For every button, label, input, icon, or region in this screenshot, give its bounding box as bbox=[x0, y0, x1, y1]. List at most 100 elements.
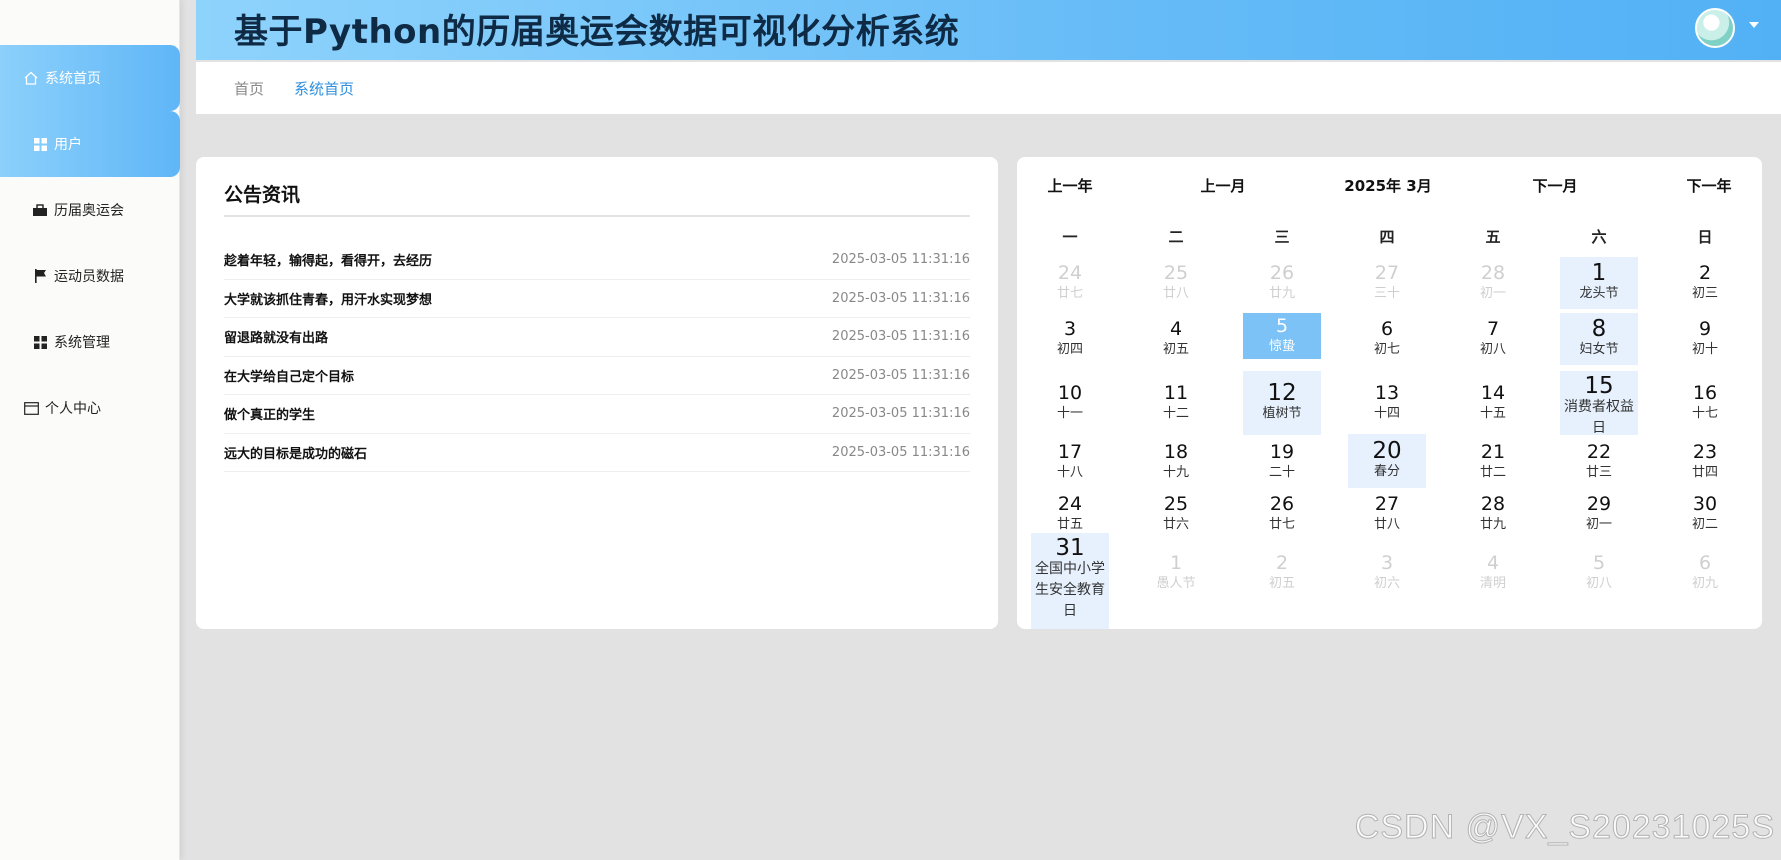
calendar-day-number: 24 bbox=[1057, 262, 1083, 284]
calendar-day[interactable]: 4 清明 bbox=[1454, 543, 1532, 603]
calendar-day[interactable]: 22 廿三 bbox=[1560, 435, 1638, 489]
calendar-day-label: 初八 bbox=[1585, 576, 1612, 591]
calendar-day-label: 廿七 bbox=[1056, 286, 1083, 301]
next-month-button[interactable]: 下一月 bbox=[1532, 175, 1577, 196]
calendar-day-label: 廿三 bbox=[1585, 465, 1612, 480]
calendar-day[interactable]: 6 初七 bbox=[1348, 313, 1426, 365]
weekday-header: 日 bbox=[1697, 228, 1713, 246]
calendar-day-label: 春分 bbox=[1373, 464, 1400, 479]
weekday-header: 六 bbox=[1591, 228, 1607, 246]
sidebar-item-label: 个人中心 bbox=[45, 401, 101, 417]
calendar-day-number: 3 bbox=[1380, 552, 1394, 574]
calendar-day-label: 惊蛰 bbox=[1268, 339, 1295, 354]
calendar-day[interactable]: 28 初一 bbox=[1454, 257, 1532, 309]
calendar-day[interactable]: 25 廿六 bbox=[1137, 490, 1215, 538]
calendar-day-label: 十九 bbox=[1162, 465, 1189, 480]
calendar-day[interactable]: 1 龙头节 bbox=[1560, 257, 1638, 309]
calendar-day-label: 初五 bbox=[1162, 342, 1189, 357]
calendar-day[interactable]: 30 初二 bbox=[1666, 490, 1744, 538]
breadcrumb-home[interactable]: 首页 bbox=[234, 78, 264, 99]
calendar-day[interactable]: 21 廿二 bbox=[1454, 435, 1532, 489]
calendar-day[interactable]: 26 廿九 bbox=[1243, 257, 1321, 309]
calendar-day-number: 20 bbox=[1372, 438, 1402, 464]
notice-item-date: 2025-03-05 11:31:16 bbox=[831, 290, 970, 306]
notice-item[interactable]: 远大的目标是成功的磁石 2025-03-05 11:31:16 bbox=[224, 434, 970, 472]
calendar-day[interactable]: 27 廿八 bbox=[1348, 490, 1426, 538]
calendar-day[interactable]: 29 初一 bbox=[1560, 490, 1638, 538]
calendar-day-number: 23 bbox=[1692, 441, 1718, 463]
calendar-day[interactable]: 17 十八 bbox=[1031, 435, 1109, 489]
calendar-day[interactable]: 4 初五 bbox=[1137, 313, 1215, 365]
sidebar-item-olympics[interactable]: 历届奥运会 bbox=[0, 177, 180, 243]
calendar-day[interactable]: 14 十五 bbox=[1454, 371, 1532, 435]
calendar-day-number: 4 bbox=[1169, 318, 1183, 340]
calendar-day[interactable]: 25 廿八 bbox=[1137, 257, 1215, 309]
calendar-day[interactable]: 3 初六 bbox=[1348, 543, 1426, 603]
prev-year-button[interactable]: 上一年 bbox=[1047, 175, 1092, 196]
avatar[interactable] bbox=[1695, 8, 1735, 48]
prev-month-button[interactable]: 上一月 bbox=[1200, 175, 1245, 196]
sidebar-item-athletes[interactable]: 运动员数据 bbox=[0, 243, 180, 309]
notice-item[interactable]: 趁着年轻，输得起，看得开，去经历 2025-03-05 11:31:16 bbox=[224, 241, 970, 280]
sidebar-item-profile[interactable]: 个人中心 bbox=[0, 375, 180, 441]
calendar-day-label: 十七 bbox=[1691, 406, 1718, 421]
notice-item[interactable]: 做个真正的学生 2025-03-05 11:31:16 bbox=[224, 395, 970, 434]
calendar-day[interactable]: 28 廿九 bbox=[1454, 490, 1532, 538]
notice-panel: 公告资讯 趁着年轻，输得起，看得开，去经历 2025-03-05 11:31:16… bbox=[196, 157, 998, 629]
notice-item[interactable]: 在大学给自己定个目标 2025-03-05 11:31:16 bbox=[224, 357, 970, 395]
calendar-day[interactable]: 18 十九 bbox=[1137, 435, 1215, 489]
calendar-day[interactable]: 31 全国中小学生安全教育日 bbox=[1031, 533, 1109, 629]
calendar-day-number: 12 bbox=[1267, 380, 1297, 406]
calendar-day[interactable]: 12 植树节 bbox=[1243, 371, 1321, 435]
sidebar-item-users[interactable]: 用户 bbox=[0, 111, 180, 177]
calendar-day-number: 15 bbox=[1584, 373, 1614, 399]
calendar-day[interactable]: 9 初十 bbox=[1666, 313, 1744, 365]
calendar-day[interactable]: 20 春分 bbox=[1348, 434, 1426, 488]
calendar-day-label: 初七 bbox=[1373, 342, 1400, 357]
calendar-day[interactable]: 26 廿七 bbox=[1243, 490, 1321, 538]
calendar-day[interactable]: 24 廿七 bbox=[1031, 257, 1109, 309]
calendar-day[interactable]: 13 十四 bbox=[1348, 371, 1426, 435]
calendar-day-number: 26 bbox=[1269, 262, 1295, 284]
calendar-day[interactable]: 5 惊蛰 bbox=[1243, 313, 1321, 359]
notice-item-title: 做个真正的学生 bbox=[224, 408, 316, 424]
calendar-day-number: 16 bbox=[1692, 382, 1718, 404]
calendar-day[interactable]: 2 初三 bbox=[1666, 257, 1744, 309]
notice-item[interactable]: 留退路就没有出路 2025-03-05 11:31:16 bbox=[224, 318, 970, 357]
calendar-day-number: 26 bbox=[1269, 493, 1295, 515]
calendar-day-number: 27 bbox=[1374, 262, 1400, 284]
notice-item[interactable]: 大学就该抓住青春，用汗水实现梦想 2025-03-05 11:31:16 bbox=[224, 280, 970, 318]
calendar-day-number: 4 bbox=[1486, 552, 1500, 574]
sidebar-item-home[interactable]: 系统首页 bbox=[0, 45, 180, 111]
chevron-down-icon[interactable] bbox=[1749, 22, 1759, 28]
calendar-day[interactable]: 15 消费者权益日 bbox=[1560, 371, 1638, 436]
next-year-button[interactable]: 下一年 bbox=[1686, 175, 1731, 196]
weekday-header: 四 bbox=[1379, 228, 1395, 246]
calendar-day-number: 11 bbox=[1163, 382, 1189, 404]
calendar-day-label: 廿九 bbox=[1268, 286, 1295, 301]
calendar-day[interactable]: 3 初四 bbox=[1031, 313, 1109, 365]
calendar-day[interactable]: 16 十七 bbox=[1666, 371, 1744, 435]
calendar-day-label: 廿八 bbox=[1162, 286, 1189, 301]
sidebar-item-system-management[interactable]: 系统管理 bbox=[0, 309, 180, 375]
calendar-day-label: 初八 bbox=[1479, 342, 1506, 357]
calendar-day-number: 2 bbox=[1698, 262, 1712, 284]
calendar-day[interactable]: 24 廿五 bbox=[1031, 490, 1109, 538]
calendar-day[interactable]: 8 妇女节 bbox=[1560, 313, 1638, 365]
breadcrumb-current[interactable]: 系统首页 bbox=[294, 78, 354, 99]
calendar-day[interactable]: 1 愚人节 bbox=[1137, 543, 1215, 603]
calendar-day[interactable]: 5 初八 bbox=[1560, 543, 1638, 603]
calendar-day-number: 30 bbox=[1692, 493, 1718, 515]
calendar-day-label: 初一 bbox=[1585, 517, 1612, 532]
calendar-day-label: 植树节 bbox=[1262, 406, 1302, 421]
calendar-day[interactable]: 6 初九 bbox=[1666, 543, 1744, 603]
calendar-day[interactable]: 27 三十 bbox=[1348, 257, 1426, 309]
calendar-day[interactable]: 7 初八 bbox=[1454, 313, 1532, 365]
calendar-day[interactable]: 19 二十 bbox=[1243, 435, 1321, 489]
calendar-day[interactable]: 10 十一 bbox=[1031, 371, 1109, 435]
calendar-nav: 上一年 上一月 2025年 3月 下一月 下一年 bbox=[1017, 175, 1762, 195]
calendar-day[interactable]: 23 廿四 bbox=[1666, 435, 1744, 489]
watermark: CSDN @VX_S20231025S bbox=[1354, 808, 1775, 847]
calendar-day[interactable]: 11 十二 bbox=[1137, 371, 1215, 435]
calendar-day[interactable]: 2 初五 bbox=[1243, 543, 1321, 603]
